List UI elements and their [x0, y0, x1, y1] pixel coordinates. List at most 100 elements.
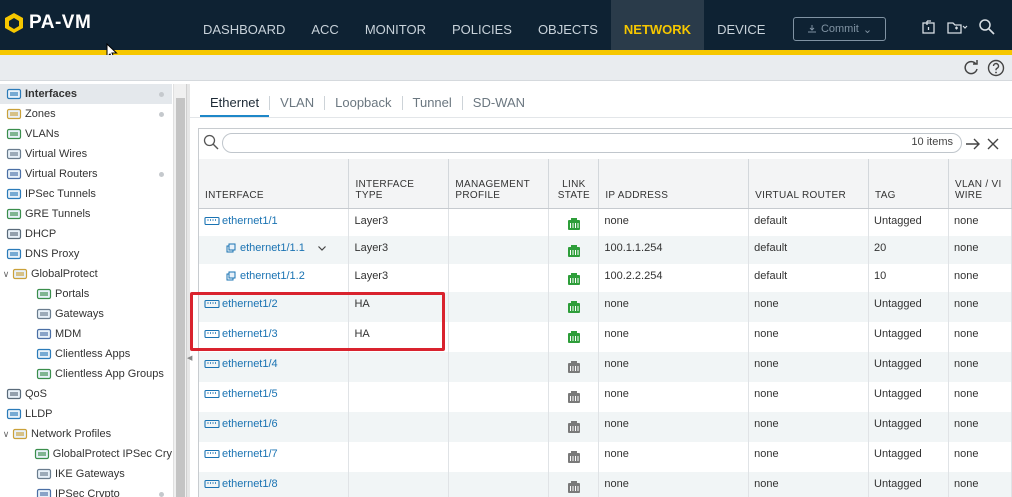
search-icon[interactable] [978, 18, 996, 36]
sidebar-item-gateways[interactable]: Gateways [0, 304, 172, 324]
ipsec-crypto-icon [36, 488, 52, 497]
sidebar-item-dhcp[interactable]: DHCP [0, 224, 172, 244]
management-profile-cell [448, 472, 550, 497]
column-header-management-profile[interactable]: MANAGEMENT PROFILE [448, 159, 550, 209]
save-config-icon[interactable] [946, 18, 970, 36]
virtual-router-cell: default [748, 208, 870, 236]
clear-filter-close-icon[interactable] [985, 136, 1001, 152]
gp-ipsec-crypto-icon [34, 448, 49, 460]
column-header-link-state[interactable]: LINK STATE [548, 159, 600, 209]
nav-tab-network[interactable]: NETWORK [610, 0, 705, 50]
sidebar-item-qos[interactable]: QoS [0, 384, 172, 404]
app-logo[interactable]: PA-VM [4, 10, 91, 36]
interface-link[interactable]: ethernet1/1.2 [240, 270, 305, 282]
vlan-vwire-cell: none [948, 208, 1012, 236]
interface-link[interactable]: ethernet1/4 [222, 358, 278, 370]
column-header-interface[interactable]: INTERFACE [199, 159, 350, 209]
table-row[interactable]: ethernet1/1.1 Layer3 100.1.1.254 default 20 n… [199, 236, 1012, 264]
sidebar-item-globalprotect[interactable]: ∨ GlobalProtect [0, 264, 172, 284]
commit-button[interactable]: Commit ⌄ [793, 17, 886, 41]
sidebar-item-label: IKE Gateways [55, 468, 125, 480]
sidebar-scrollbar[interactable] [173, 84, 186, 497]
interface-link[interactable]: ethernet1/5 [222, 388, 278, 400]
interface-cell: ethernet1/1.2 [199, 264, 350, 292]
management-profile-cell [448, 264, 550, 292]
table-row[interactable]: ethernet1/4 none none Untagged none [199, 352, 1012, 382]
status-dot [159, 92, 164, 97]
link-state-cell [548, 382, 600, 412]
vlan-vwire-cell: none [948, 442, 1012, 472]
filter-input[interactable] [222, 133, 962, 153]
table-row[interactable]: ethernet1/1.2 Layer3 100.2.2.254 default 10 n… [199, 264, 1012, 292]
sidebar-item-zones[interactable]: Zones [0, 104, 172, 124]
chevron-down-icon[interactable]: ∨ [0, 429, 12, 440]
nav-tab-objects[interactable]: OBJECTS [525, 0, 611, 50]
collapse-handle-icon[interactable]: ◀ [187, 354, 192, 364]
sidebar-item-globalprotect-ipsec-cry[interactable]: GlobalProtect IPSec Cry [0, 444, 172, 464]
tab-tunnel[interactable]: Tunnel [403, 96, 463, 110]
sidebar-item-portals[interactable]: Portals [0, 284, 172, 304]
refresh-icon[interactable] [962, 59, 980, 77]
sidebar-item-virtual-routers[interactable]: Virtual Routers [0, 164, 172, 184]
sidebar-item-label: Portals [55, 288, 90, 300]
tab-loopback[interactable]: Loopback [325, 96, 403, 110]
config-lock-icon[interactable] [920, 18, 938, 36]
link-down-icon [567, 361, 580, 373]
nav-tab-acc[interactable]: ACC [298, 0, 351, 50]
tag-cell: Untagged [868, 472, 949, 497]
sidebar-item-network-profiles[interactable]: ∨ Network Profiles [0, 424, 172, 444]
nav-tab-monitor[interactable]: MONITOR [352, 0, 439, 50]
column-header-virtual-router[interactable]: VIRTUAL ROUTER [748, 159, 870, 209]
column-header-ip-address[interactable]: IP ADDRESS [598, 159, 750, 209]
sidebar-item-interfaces[interactable]: Interfaces [0, 84, 172, 104]
interface-link[interactable]: ethernet1/8 [222, 478, 278, 490]
sidebar-item-ipsec-crypto[interactable]: IPSec Crypto [0, 484, 172, 497]
apply-filter-arrow-icon[interactable] [964, 135, 982, 153]
commit-icon [807, 25, 816, 33]
sidebar-item-mdm[interactable]: MDM [0, 324, 172, 344]
sidebar-item-clientless-apps[interactable]: Clientless Apps [0, 344, 172, 364]
column-header-vlan-vi-wire[interactable]: VLAN / VI WIRE [948, 159, 1012, 209]
table-row[interactable]: ethernet1/6 none none Untagged none [199, 412, 1012, 442]
tab-ethernet[interactable]: Ethernet [200, 96, 271, 110]
panel-splitter[interactable] [186, 84, 190, 497]
interface-link[interactable]: ethernet1/6 [222, 418, 278, 430]
help-icon[interactable] [987, 59, 1005, 77]
tag-cell: Untagged [868, 382, 949, 412]
nav-tab-dashboard[interactable]: DASHBOARD [190, 0, 298, 50]
interface-type-cell: Layer3 [348, 208, 450, 236]
sidebar-item-lldp[interactable]: LLDP [0, 404, 172, 424]
sidebar-item-gre-tunnels[interactable]: GRE Tunnels [0, 204, 172, 224]
sidebar-item-ike-gateways[interactable]: IKE Gateways [0, 464, 172, 484]
scrollbar-thumb[interactable] [176, 98, 185, 497]
sidebar-item-dns-proxy[interactable]: DNS Proxy [0, 244, 172, 264]
interface-link[interactable]: ethernet1/1.1 [240, 242, 305, 254]
interface-link[interactable]: ethernet1/7 [222, 448, 278, 460]
table-row[interactable]: ethernet1/5 none none Untagged none [199, 382, 1012, 412]
top-icons [920, 18, 996, 36]
nav-tab-device[interactable]: DEVICE [704, 0, 778, 50]
filter-search-icon [203, 134, 219, 150]
column-header-interface-type[interactable]: INTERFACE TYPE [348, 159, 450, 209]
interface-link[interactable]: ethernet1/1 [222, 215, 278, 227]
items-count: 10 items [911, 136, 953, 148]
table-row[interactable]: ethernet1/7 none none Untagged none [199, 442, 1012, 472]
zones-icon [6, 108, 22, 120]
management-profile-cell [448, 442, 550, 472]
sidebar-item-virtual-wires[interactable]: Virtual Wires [0, 144, 172, 164]
table-header-row: INTERFACE INTERFACE TYPE MANAGEMENT PROFIL… [199, 159, 1012, 209]
ipsec-tunnels-icon [6, 188, 22, 200]
table-row[interactable]: ethernet1/8 none none Untagged none [199, 472, 1012, 497]
chevron-down-icon[interactable]: ∨ [0, 269, 12, 280]
link-down-icon [567, 391, 580, 403]
tab-sd-wan[interactable]: SD-WAN [463, 96, 535, 110]
nav-tab-policies[interactable]: POLICIES [439, 0, 525, 50]
sidebar-item-ipsec-tunnels[interactable]: IPSec Tunnels [0, 184, 172, 204]
sidebar-item-vlans[interactable]: VLANs [0, 124, 172, 144]
table-row[interactable]: ethernet1/1 Layer3 none default Untagged none [199, 208, 1012, 236]
sidebar-item-clientless-app-groups[interactable]: Clientless App Groups [0, 364, 172, 384]
tab-vlan[interactable]: VLAN [270, 96, 326, 110]
column-header-tag[interactable]: TAG [868, 159, 949, 209]
interface-cell-content: ethernet1/5 [204, 388, 343, 400]
chevron-down-icon[interactable] [317, 243, 327, 253]
